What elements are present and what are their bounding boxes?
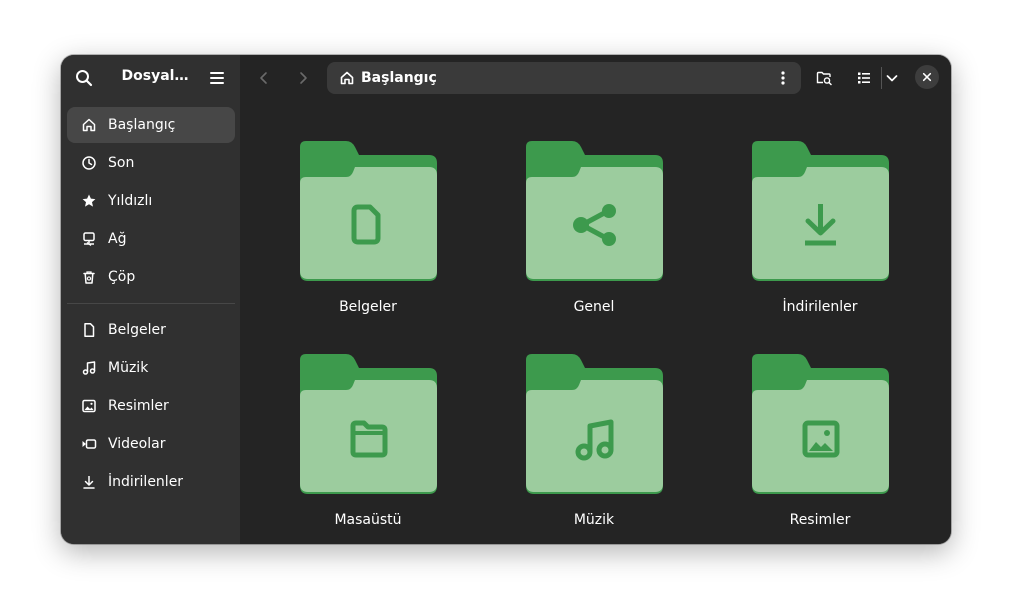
trash-icon — [80, 268, 98, 286]
folder-item[interactable]: İndirilenler — [730, 141, 910, 331]
sidebar-item-label: Yıldızlı — [108, 193, 153, 209]
sidebar-item-pictures[interactable]: Resimler — [67, 388, 235, 424]
path-label: Başlangıç — [361, 70, 437, 86]
close-icon — [922, 72, 932, 82]
folder-item[interactable]: Genel — [504, 141, 684, 331]
main-area: Belgeler Genel İndirilenler Masaüstü Müz… — [240, 55, 951, 544]
kebab-menu-icon[interactable] — [773, 68, 793, 88]
document-icon — [80, 321, 98, 339]
sidebar-item-recent[interactable]: Son — [67, 145, 235, 181]
sidebar-divider — [67, 303, 235, 304]
sidebar-item-starred[interactable]: Yıldızlı — [67, 183, 235, 219]
home-icon — [80, 116, 98, 134]
sidebar-item-label: Ağ — [108, 231, 127, 247]
chevron-down-icon — [886, 75, 898, 82]
folder-item[interactable]: Belgeler — [278, 141, 458, 331]
folder-downloads-icon — [752, 141, 889, 281]
sidebar-item-label: Çöp — [108, 269, 136, 285]
folder-item[interactable]: Masaüstü — [278, 354, 458, 544]
network-icon — [80, 230, 98, 248]
app-title: Dosyal… — [121, 68, 189, 84]
folder-pictures-icon — [752, 354, 889, 494]
folder-label: İndirilenler — [782, 299, 858, 315]
sidebar-item-documents[interactable]: Belgeler — [67, 312, 235, 348]
sidebar-header: Dosyal… — [61, 55, 240, 100]
sidebar-item-label: Belgeler — [108, 322, 166, 338]
sidebar-item-label: Videolar — [108, 436, 166, 452]
sidebar-item-home[interactable]: Başlangıç — [67, 107, 235, 143]
folder-label: Masaüstü — [334, 512, 402, 528]
folder-grid: Belgeler Genel İndirilenler Masaüstü Müz… — [240, 55, 951, 544]
sidebar-item-downloads[interactable]: İndirilenler — [67, 464, 235, 500]
header-bar: Başlangıç — [240, 55, 951, 100]
folder-label: Genel — [573, 299, 615, 315]
star-icon — [80, 192, 98, 210]
close-button[interactable] — [915, 65, 939, 89]
file-manager-window: Dosyal… Başlangıç Son Yıldızlı Ağ Çöp Be… — [61, 55, 951, 544]
path-bar[interactable]: Başlangıç — [327, 62, 801, 94]
list-view-icon — [858, 72, 870, 84]
music-icon — [80, 359, 98, 377]
sidebar-item-music[interactable]: Müzik — [67, 350, 235, 386]
sidebar: Dosyal… Başlangıç Son Yıldızlı Ağ Çöp Be… — [61, 55, 240, 544]
folder-label: Müzik — [573, 512, 615, 528]
chevron-left-icon — [260, 72, 267, 84]
folder-search-icon — [816, 71, 832, 86]
sidebar-item-label: İndirilenler — [108, 474, 184, 490]
sidebar-item-label: Resimler — [108, 398, 169, 414]
chevron-right-icon — [300, 72, 307, 84]
folder-documents-icon — [300, 141, 437, 281]
folder-music-icon — [526, 354, 663, 494]
video-icon — [80, 435, 98, 453]
sidebar-item-label: Başlangıç — [108, 117, 176, 133]
view-mode-button[interactable] — [851, 65, 877, 91]
sidebar-item-network[interactable]: Ağ — [67, 221, 235, 257]
folder-label: Belgeler — [339, 299, 397, 315]
image-icon — [80, 397, 98, 415]
search-location-button[interactable] — [811, 65, 837, 91]
download-icon — [80, 473, 98, 491]
home-icon — [340, 71, 354, 85]
folder-public-icon — [526, 141, 663, 281]
folder-item[interactable]: Müzik — [504, 354, 684, 544]
sidebar-item-videos[interactable]: Videolar — [67, 426, 235, 462]
folder-desktop-icon — [300, 354, 437, 494]
clock-icon — [80, 154, 98, 172]
folder-item[interactable]: Resimler — [730, 354, 910, 544]
view-options-button[interactable] — [879, 65, 905, 91]
forward-button[interactable] — [290, 65, 316, 91]
sidebar-list: Başlangıç Son Yıldızlı Ağ Çöp Belgeler M… — [67, 107, 235, 502]
folder-label: Resimler — [789, 512, 851, 528]
back-button[interactable] — [251, 65, 277, 91]
hamburger-menu-icon[interactable] — [206, 67, 228, 89]
sidebar-item-label: Müzik — [108, 360, 149, 376]
sidebar-item-label: Son — [108, 155, 135, 171]
search-icon[interactable] — [73, 67, 95, 89]
sidebar-item-trash[interactable]: Çöp — [67, 259, 235, 295]
